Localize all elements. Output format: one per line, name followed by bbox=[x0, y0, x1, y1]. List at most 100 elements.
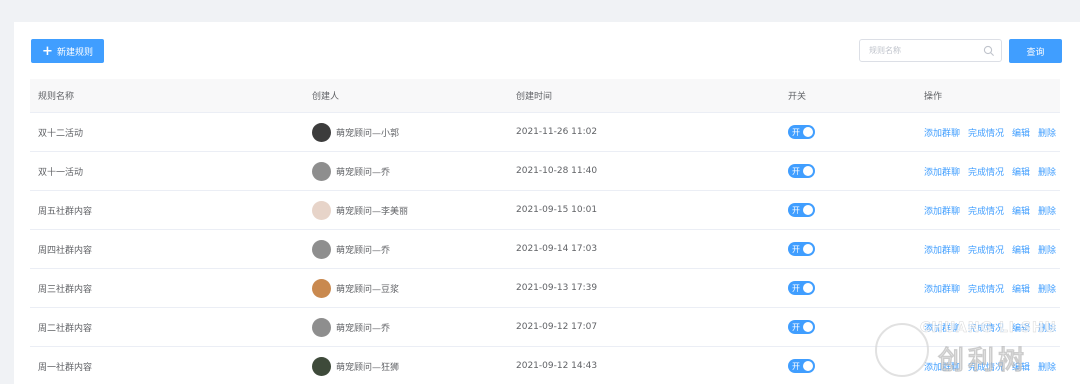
switch-label: 开 bbox=[792, 361, 800, 371]
search-box[interactable] bbox=[859, 39, 1002, 62]
plus-icon: + bbox=[42, 43, 53, 59]
switch-cell: 开 bbox=[788, 281, 815, 295]
switch-cell: 开 bbox=[788, 359, 815, 373]
add-group-link[interactable]: 添加群聊 bbox=[924, 126, 960, 139]
edit-link[interactable]: 编辑 bbox=[1012, 165, 1030, 178]
switch-label: 开 bbox=[792, 205, 800, 215]
rule-name: 周二社群内容 bbox=[38, 323, 93, 334]
rule-name: 周一社群内容 bbox=[38, 362, 93, 373]
actions-cell: 添加群聊 完成情况 编辑 删除 bbox=[924, 204, 1056, 217]
delete-link[interactable]: 删除 bbox=[1038, 243, 1056, 256]
creator-name: 萌宠顾问—乔 bbox=[336, 323, 391, 334]
switch-knob bbox=[803, 283, 813, 293]
edit-link[interactable]: 编辑 bbox=[1012, 243, 1030, 256]
rule-switch-toggle[interactable]: 开 bbox=[788, 203, 815, 217]
switch-cell: 开 bbox=[788, 164, 815, 178]
creator-cell: 萌宠顾问—乔 bbox=[312, 161, 391, 181]
avatar bbox=[312, 278, 331, 298]
rule-switch-toggle[interactable]: 开 bbox=[788, 359, 815, 373]
table-row: 双十二活动 萌宠顾问—小郭 2021-11-26 11:02 开 添加群聊 完成… bbox=[30, 113, 1060, 152]
header-created-at: 创建时间 bbox=[516, 92, 553, 102]
created-at: 2021-10-28 11:40 bbox=[516, 166, 598, 176]
actions-cell: 添加群聊 完成情况 编辑 删除 bbox=[924, 282, 1056, 295]
table-row: 周四社群内容 萌宠顾问—乔 2021-09-14 17:03 开 添加群聊 完成… bbox=[30, 230, 1060, 269]
switch-label: 开 bbox=[792, 166, 800, 176]
switch-label: 开 bbox=[792, 283, 800, 293]
new-rule-label: 新建规则 bbox=[56, 47, 93, 58]
created-at: 2021-09-15 10:01 bbox=[516, 205, 598, 215]
rule-switch-toggle[interactable]: 开 bbox=[788, 281, 815, 295]
edit-link[interactable]: 编辑 bbox=[1012, 204, 1030, 217]
rule-name: 双十一活动 bbox=[38, 167, 84, 178]
search-input[interactable] bbox=[860, 40, 978, 61]
created-at: 2021-09-13 17:39 bbox=[516, 283, 598, 293]
search-icon[interactable] bbox=[983, 45, 995, 57]
completion-link[interactable]: 完成情况 bbox=[968, 204, 1004, 217]
completion-link[interactable]: 完成情况 bbox=[968, 282, 1004, 295]
actions-cell: 添加群聊 完成情况 编辑 删除 bbox=[924, 243, 1056, 256]
switch-knob bbox=[803, 127, 813, 137]
watermark-brand: 创利树 bbox=[938, 346, 1029, 377]
actions-cell: 添加群聊 完成情况 编辑 删除 bbox=[924, 165, 1056, 178]
query-button[interactable]: 查询 bbox=[1009, 39, 1062, 63]
rule-switch-toggle[interactable]: 开 bbox=[788, 125, 815, 139]
switch-cell: 开 bbox=[788, 320, 815, 334]
rule-switch-toggle[interactable]: 开 bbox=[788, 164, 815, 178]
switch-knob bbox=[803, 166, 813, 176]
creator-name: 萌宠顾问—乔 bbox=[336, 167, 391, 178]
table-header: 规则名称 创建人 创建时间 开关 操作 bbox=[30, 79, 1060, 113]
rule-switch-toggle[interactable]: 开 bbox=[788, 320, 815, 334]
rule-name: 双十二活动 bbox=[38, 128, 84, 139]
switch-knob bbox=[803, 244, 813, 254]
switch-cell: 开 bbox=[788, 125, 815, 139]
switch-label: 开 bbox=[792, 244, 800, 254]
creator-cell: 萌宠顾问—狂狮 bbox=[312, 356, 400, 376]
edit-link[interactable]: 编辑 bbox=[1012, 126, 1030, 139]
switch-cell: 开 bbox=[788, 203, 815, 217]
creator-name: 萌宠顾问—狂狮 bbox=[336, 362, 400, 373]
header-creator: 创建人 bbox=[312, 92, 340, 102]
creator-name: 萌宠顾问—小郭 bbox=[336, 128, 400, 139]
avatar bbox=[312, 122, 331, 142]
add-group-link[interactable]: 添加群聊 bbox=[924, 204, 960, 217]
created-at: 2021-09-12 14:43 bbox=[516, 361, 598, 371]
edit-link[interactable]: 编辑 bbox=[1012, 282, 1030, 295]
header-actions: 操作 bbox=[924, 92, 943, 102]
delete-link[interactable]: 删除 bbox=[1038, 165, 1056, 178]
creator-cell: 萌宠顾问—乔 bbox=[312, 317, 391, 337]
add-group-link[interactable]: 添加群聊 bbox=[924, 243, 960, 256]
delete-link[interactable]: 删除 bbox=[1038, 282, 1056, 295]
delete-link[interactable]: 删除 bbox=[1038, 126, 1056, 139]
completion-link[interactable]: 完成情况 bbox=[968, 243, 1004, 256]
rule-name: 周三社群内容 bbox=[38, 284, 93, 295]
creator-cell: 萌宠顾问—乔 bbox=[312, 239, 391, 259]
new-rule-button[interactable]: + 新建规则 bbox=[31, 39, 104, 63]
avatar bbox=[312, 161, 331, 181]
avatar bbox=[312, 200, 331, 220]
header-switch: 开关 bbox=[788, 92, 807, 102]
created-at: 2021-09-14 17:03 bbox=[516, 244, 598, 254]
table-row: 周三社群内容 萌宠顾问—豆浆 2021-09-13 17:39 开 添加群聊 完… bbox=[30, 269, 1060, 308]
add-group-link[interactable]: 添加群聊 bbox=[924, 282, 960, 295]
rule-name: 周五社群内容 bbox=[38, 206, 93, 217]
table-row: 周五社群内容 萌宠顾问—李美丽 2021-09-15 10:01 开 添加群聊 … bbox=[30, 191, 1060, 230]
switch-knob bbox=[803, 322, 813, 332]
header-rule-name: 规则名称 bbox=[38, 92, 75, 102]
avatar bbox=[312, 317, 331, 337]
switch-knob bbox=[803, 205, 813, 215]
delete-link[interactable]: 删除 bbox=[1038, 204, 1056, 217]
switch-knob bbox=[803, 361, 813, 371]
creator-name: 萌宠顾问—乔 bbox=[336, 245, 391, 256]
avatar bbox=[312, 356, 331, 376]
completion-link[interactable]: 完成情况 bbox=[968, 126, 1004, 139]
rule-switch-toggle[interactable]: 开 bbox=[788, 242, 815, 256]
completion-link[interactable]: 完成情况 bbox=[968, 165, 1004, 178]
creator-cell: 萌宠顾问—小郭 bbox=[312, 122, 400, 142]
creator-cell: 萌宠顾问—豆浆 bbox=[312, 278, 399, 298]
creator-name: 萌宠顾问—李美丽 bbox=[336, 206, 409, 217]
switch-cell: 开 bbox=[788, 242, 815, 256]
add-group-link[interactable]: 添加群聊 bbox=[924, 165, 960, 178]
brand-watermark: CHUANG LI SHU 创利树 bbox=[870, 316, 1080, 384]
avatar bbox=[312, 239, 331, 259]
switch-label: 开 bbox=[792, 127, 800, 137]
